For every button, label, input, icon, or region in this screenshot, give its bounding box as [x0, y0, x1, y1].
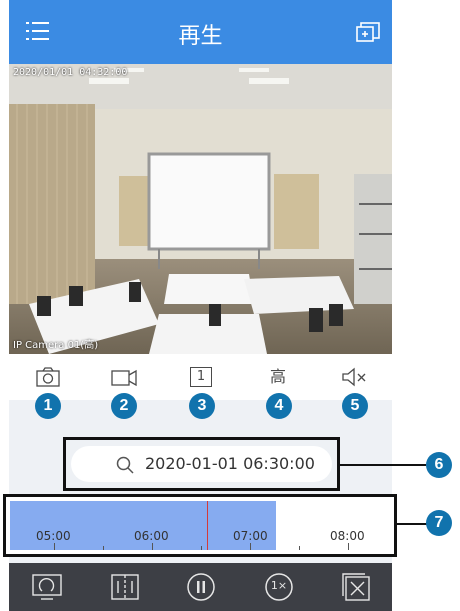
callout-badge: 5: [342, 393, 368, 419]
split-view-icon[interactable]: [109, 571, 141, 603]
timeline-cursor[interactable]: [207, 501, 208, 550]
search-icon: [116, 456, 134, 474]
quality-label: 高: [269, 367, 286, 386]
timeline-tick: [299, 546, 300, 550]
timeline-tick: [103, 546, 104, 550]
timeline-tick: [152, 543, 153, 550]
timeline-tick: [54, 543, 55, 550]
header-bar: 再生: [9, 0, 392, 64]
search-date-text: 2020-01-01 06:30:00: [145, 454, 315, 473]
callout-badge: 2: [111, 393, 137, 419]
menu-icon[interactable]: [26, 20, 50, 42]
snapshot-button[interactable]: [31, 366, 65, 392]
timeline-label: 07:00: [233, 529, 268, 543]
timeline-tick: [250, 543, 251, 550]
channel-button[interactable]: 1: [184, 366, 218, 392]
timeline-tick: [201, 546, 202, 550]
callout-badge: 3: [189, 393, 215, 419]
pause-icon[interactable]: [185, 571, 217, 603]
timeline[interactable]: 05:00 06:00 07:00 08:00: [10, 501, 390, 550]
quality-button[interactable]: 高: [261, 366, 295, 392]
callout-badge: 1: [35, 393, 61, 419]
speed-button[interactable]: 1×: [263, 571, 295, 603]
camera-icon: [36, 367, 60, 387]
callout-badge: 4: [266, 393, 292, 419]
speed-label: 1×: [270, 579, 288, 592]
mute-icon: [342, 367, 366, 387]
channel-number: 1: [190, 367, 212, 387]
timeline-label: 08:00: [330, 529, 365, 543]
callout-line: [340, 464, 426, 466]
close-icon[interactable]: [340, 571, 372, 603]
timeline-label: 06:00: [134, 529, 169, 543]
date-search-frame: 2020-01-01 06:30:00: [63, 437, 340, 491]
date-search-field[interactable]: 2020-01-01 06:30:00: [71, 446, 332, 482]
video-record-icon: [111, 369, 137, 387]
fullscreen-icon[interactable]: [31, 571, 63, 603]
playback-controls: 1×: [9, 563, 392, 611]
audio-button[interactable]: [337, 366, 371, 392]
record-button[interactable]: [107, 366, 141, 392]
screen-add-icon[interactable]: [356, 20, 382, 44]
timeline-tick: [348, 543, 349, 550]
timeline-frame: 05:00 06:00 07:00 08:00: [3, 494, 397, 557]
callout-badge: 7: [426, 510, 452, 536]
callout-line: [397, 523, 427, 525]
timeline-label: 05:00: [36, 529, 71, 543]
page-title: 再生: [178, 24, 223, 49]
camera-video[interactable]: 2020/01/01 04:32:00 IP Camera 01(高): [9, 64, 392, 354]
video-timestamp: 2020/01/01 04:32:00: [13, 67, 128, 78]
camera-name-label: IP Camera 01(高): [13, 340, 99, 351]
meeting-room-image: [9, 64, 392, 354]
callout-badge: 6: [426, 452, 452, 478]
